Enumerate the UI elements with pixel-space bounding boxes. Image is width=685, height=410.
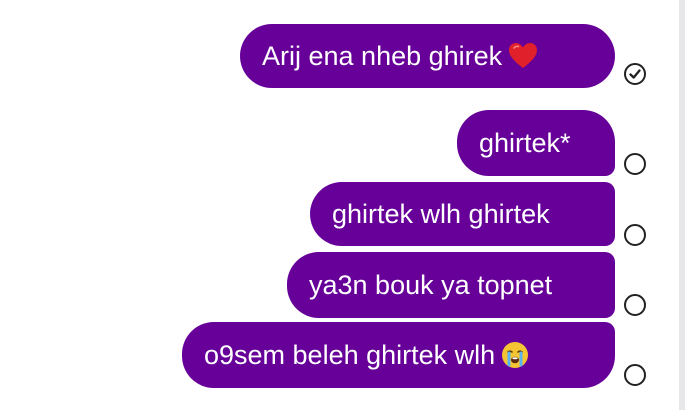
message-text: o9sem beleh ghirtek wlh	[204, 339, 496, 370]
message-bubble[interactable]: o9sem beleh ghirtek wlh	[182, 322, 615, 388]
crying-face-icon	[501, 341, 529, 369]
message-bubble[interactable]: Arij ena nheb ghirek	[240, 24, 615, 88]
sent-status-icon	[624, 153, 646, 175]
message-bubble[interactable]: ghirtek*	[457, 110, 615, 176]
scroll-edge	[679, 0, 685, 410]
sent-status-icon	[624, 294, 646, 316]
seen-status-icon	[624, 63, 646, 85]
message-bubble[interactable]: ya3n bouk ya topnet	[287, 252, 615, 318]
message-text: Arij ena nheb ghirek	[262, 40, 503, 71]
message-text: ya3n bouk ya topnet	[309, 269, 553, 300]
sent-status-icon	[624, 224, 646, 246]
red-heart-icon	[508, 42, 538, 70]
chat-thread: Arij ena nheb ghirek ghirtek* ghirtek wl…	[0, 0, 685, 410]
sent-status-icon	[624, 364, 646, 386]
message-text: ghirtek*	[479, 127, 571, 158]
message-text: ghirtek wlh ghirtek	[332, 198, 550, 229]
message-bubble[interactable]: ghirtek wlh ghirtek	[310, 182, 615, 246]
